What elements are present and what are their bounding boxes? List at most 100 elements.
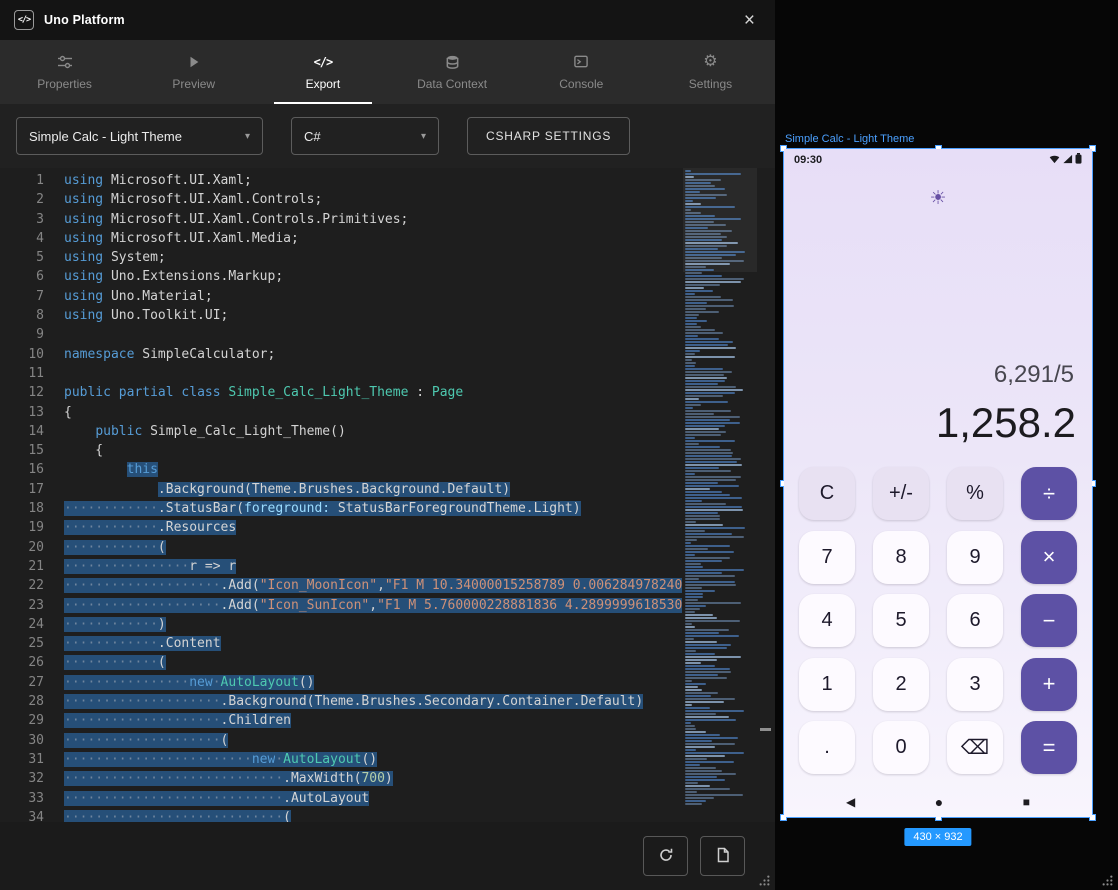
tab-label: Data Context — [417, 77, 487, 91]
code-line-34[interactable]: 34····························( — [0, 808, 683, 822]
line-number: 30 — [0, 731, 44, 750]
code-line-21[interactable]: 21················r => r — [0, 557, 683, 576]
calc-key[interactable]: 7 — [799, 531, 855, 584]
tab-label: Export — [306, 77, 341, 91]
code-text: ················r => r — [64, 557, 236, 576]
sun-icon[interactable]: ☀ — [784, 187, 1092, 210]
back-icon[interactable]: ◀ — [846, 795, 855, 809]
code-icon: </> — [314, 54, 333, 70]
code-line-33[interactable]: 33····························.AutoLayou… — [0, 789, 683, 808]
calc-key[interactable]: 9 — [947, 531, 1003, 584]
close-icon[interactable]: × — [738, 9, 761, 32]
tab-export[interactable]: </> Export — [258, 40, 387, 104]
home-icon[interactable]: ● — [935, 794, 943, 810]
calc-key[interactable]: 8 — [873, 531, 929, 584]
calc-key[interactable]: = — [1021, 721, 1077, 774]
code-line-13[interactable]: 13{ — [0, 403, 683, 422]
code-line-7[interactable]: 7using Uno.Material; — [0, 287, 683, 306]
minimap[interactable] — [683, 168, 757, 822]
calc-key[interactable]: C — [799, 467, 855, 520]
code-text: ························new·AutoLayout() — [64, 750, 377, 769]
chevron-down-icon: ▾ — [421, 131, 426, 142]
line-number: 5 — [0, 248, 44, 267]
code-line-28[interactable]: 28····················.Background(Theme.… — [0, 692, 683, 711]
code-line-8[interactable]: 8using Uno.Toolkit.UI; — [0, 306, 683, 325]
artboard-label[interactable]: Simple Calc - Light Theme — [785, 133, 914, 145]
code-line-1[interactable]: 1using Microsoft.UI.Xaml; — [0, 171, 683, 190]
tab-preview[interactable]: Preview — [129, 40, 258, 104]
code-text: ····················.Background(Theme.Br… — [64, 692, 643, 711]
phone-frame[interactable]: 09:30 ☀ 6,291/5 1,258.2 C+/-%÷789×456−12… — [783, 148, 1093, 818]
code-line-22[interactable]: 22····················.Add("Icon_MoonIco… — [0, 576, 683, 595]
code-text: ····················.Children — [64, 711, 291, 730]
code-editor[interactable]: 1using Microsoft.UI.Xaml;2using Microsof… — [0, 168, 775, 822]
code-line-18[interactable]: 18············.StatusBar(foreground: Sta… — [0, 499, 683, 518]
play-icon — [187, 54, 201, 70]
tab-settings[interactable]: ⚙Settings — [646, 40, 775, 104]
calc-key[interactable]: − — [1021, 594, 1077, 647]
code-line-27[interactable]: 27················new·AutoLayout() — [0, 673, 683, 692]
tab-label: Console — [559, 77, 603, 91]
calc-key[interactable]: 6 — [947, 594, 1003, 647]
code-line-14[interactable]: 14 public Simple_Calc_Light_Theme() — [0, 422, 683, 441]
recents-icon[interactable]: ■ — [1023, 795, 1030, 809]
tab-console[interactable]: Console — [517, 40, 646, 104]
code-line-25[interactable]: 25············.Content — [0, 634, 683, 653]
line-number: 19 — [0, 518, 44, 537]
code-line-15[interactable]: 15 { — [0, 441, 683, 460]
code-line-19[interactable]: 19············.Resources — [0, 518, 683, 537]
preview-canvas[interactable]: Simple Calc - Light Theme 09:30 ☀ 6,291/… — [775, 0, 1118, 890]
refresh-button[interactable] — [643, 836, 688, 876]
code-line-16[interactable]: 16 this — [0, 460, 683, 479]
code-line-20[interactable]: 20············( — [0, 538, 683, 557]
code-line-2[interactable]: 2using Microsoft.UI.Xaml.Controls; — [0, 190, 683, 209]
code-line-9[interactable]: 9 — [0, 325, 683, 344]
code-line-29[interactable]: 29····················.Children — [0, 711, 683, 730]
code-line-3[interactable]: 3using Microsoft.UI.Xaml.Controls.Primit… — [0, 210, 683, 229]
page-select[interactable]: Simple Calc - Light Theme ▾ — [16, 117, 263, 155]
minimap-slider[interactable] — [683, 168, 757, 272]
calc-key[interactable]: 1 — [799, 658, 855, 711]
calc-key[interactable]: 3 — [947, 658, 1003, 711]
calc-key[interactable]: 4 — [799, 594, 855, 647]
csharp-settings-button[interactable]: CSHARP SETTINGS — [467, 117, 630, 155]
titlebar: </> Uno Platform × — [0, 0, 775, 40]
calc-key[interactable]: +/- — [873, 467, 929, 520]
code-line-26[interactable]: 26············( — [0, 653, 683, 672]
code-line-10[interactable]: 10namespace SimpleCalculator; — [0, 345, 683, 364]
tab-properties[interactable]: Properties — [0, 40, 129, 104]
file-icon — [715, 847, 731, 866]
code-line-4[interactable]: 4using Microsoft.UI.Xaml.Media; — [0, 229, 683, 248]
export-file-button[interactable] — [700, 836, 745, 876]
calc-key[interactable]: + — [1021, 658, 1077, 711]
resize-grip-right[interactable] — [1102, 875, 1113, 886]
resize-grip-left[interactable] — [759, 875, 770, 886]
code-line-6[interactable]: 6using Uno.Extensions.Markup; — [0, 267, 683, 286]
tab-data-context[interactable]: Data Context — [388, 40, 517, 104]
calc-key[interactable]: % — [947, 467, 1003, 520]
backspace-key[interactable]: ⌫ — [947, 721, 1003, 774]
code-line-11[interactable]: 11 — [0, 364, 683, 383]
calc-key[interactable]: 0 — [873, 721, 929, 774]
line-number: 31 — [0, 750, 44, 769]
code-text: public Simple_Calc_Light_Theme() — [64, 422, 346, 441]
code-line-17[interactable]: 17 .Background(Theme.Brushes.Background.… — [0, 480, 683, 499]
code-line-32[interactable]: 32····························.MaxWidth(… — [0, 769, 683, 788]
code-line-12[interactable]: 12public partial class Simple_Calc_Light… — [0, 383, 683, 402]
code-line-31[interactable]: 31 ························new·AutoLayout… — [0, 750, 683, 769]
editor-scrollbar[interactable] — [757, 168, 775, 822]
code-text: .Background(Theme.Brushes.Background.Def… — [64, 480, 510, 499]
line-number: 8 — [0, 306, 44, 325]
calc-key[interactable]: ÷ — [1021, 467, 1077, 520]
calc-key[interactable]: 2 — [873, 658, 929, 711]
code-line-5[interactable]: 5using System; — [0, 248, 683, 267]
refresh-icon — [658, 847, 674, 866]
language-select[interactable]: C# ▾ — [291, 117, 439, 155]
phone-screen[interactable]: 09:30 ☀ 6,291/5 1,258.2 C+/-%÷789×456−12… — [784, 149, 1092, 817]
code-line-30[interactable]: 30····················( — [0, 731, 683, 750]
calc-key[interactable]: 5 — [873, 594, 929, 647]
calc-key[interactable]: . — [799, 721, 855, 774]
code-line-24[interactable]: 24············) — [0, 615, 683, 634]
code-line-23[interactable]: 23····················.Add("Icon_SunIcon… — [0, 596, 683, 615]
calc-key[interactable]: × — [1021, 531, 1077, 584]
